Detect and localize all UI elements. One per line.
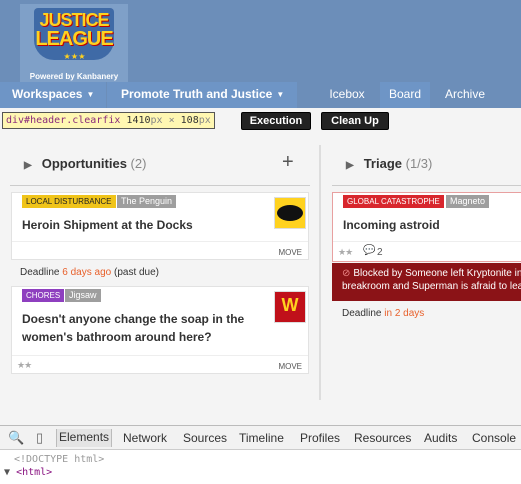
card-deadline: Deadline 6 days ago (past due) <box>20 267 159 278</box>
logo-stars: ★ ★ ★ <box>63 52 86 61</box>
html-tag-text: <html> <box>16 467 53 478</box>
owner-tag: The Penguin <box>117 195 177 208</box>
powered-by-text: Powered by Kanbanery <box>29 72 119 81</box>
element-inspector-tooltip: div#header.clearfix 1410px × 108px <box>2 112 215 129</box>
tab-network[interactable]: Network <box>123 431 167 445</box>
search-icon[interactable]: 🔍 <box>8 430 24 446</box>
column-header-opportunities[interactable]: ▶ Opportunities (2) <box>24 152 146 176</box>
blocked-text-line: breakroom and Superman is afraid to lea <box>342 281 521 292</box>
workspaces-label: Workspaces <box>12 87 83 101</box>
column-divider-line <box>10 185 310 186</box>
mobile-device-icon[interactable]: ▯ <box>36 430 43 446</box>
logo-text-line2: LEAGUE <box>35 28 113 50</box>
execution-button[interactable]: Execution <box>241 112 311 130</box>
owner-tag: Jigsaw <box>65 289 101 302</box>
tab-sources[interactable]: Sources <box>183 431 227 445</box>
card-title: Incoming astroid <box>343 218 440 232</box>
expand-triangle-icon[interactable]: ▶ <box>24 160 32 171</box>
deadline-value: 6 days ago <box>62 267 112 278</box>
devtools-tabbar: 🔍 ▯ Elements Network Sources Timeline Pr… <box>0 426 521 450</box>
priority-stars[interactable]: ★★ <box>17 360 32 371</box>
category-tag: LOCAL DISTURBANCE <box>22 195 116 208</box>
card-title: Doesn't anyone change the soap in the wo… <box>22 310 244 346</box>
blocked-icon: ⊘ <box>342 268 351 279</box>
justice-league-logo[interactable]: JUSTICE LEAGUE ★ ★ ★ Powered by Kanbaner… <box>20 4 128 82</box>
nav-archive[interactable]: Archive <box>438 82 492 108</box>
task-card[interactable]: GLOBAL CATASTROPHE Magneto Incoming astr… <box>332 192 521 262</box>
inspector-width: 1410 <box>126 115 151 126</box>
inspector-height: 108 <box>180 115 199 126</box>
nav-icebox[interactable]: Icebox <box>322 82 372 108</box>
inspector-selector: div#header.clearfix <box>6 115 121 126</box>
card-title-line: women's bathroom around here? <box>22 330 212 344</box>
column-count: (1/3) <box>405 156 433 171</box>
card-footer-line <box>12 355 308 356</box>
tab-elements[interactable]: Elements <box>56 429 113 447</box>
tab-profiles[interactable]: Profiles <box>300 431 340 445</box>
blocked-banner: ⊘ Blocked by Someone left Kryptonite in b… <box>332 263 521 301</box>
project-label: Promote Truth and Justice <box>121 87 273 101</box>
inspector-unit: px <box>150 115 163 126</box>
doctype-text: <!DOCTYPE html> <box>14 454 105 465</box>
devtools-panel: 🔍 ▯ Elements Network Sources Timeline Pr… <box>0 425 521 484</box>
card-footer-line <box>333 241 521 242</box>
dom-html-line[interactable]: ▼ <html> <box>4 467 52 478</box>
comment-icon: 💬 <box>363 245 376 256</box>
category-tag: GLOBAL CATASTROPHE <box>343 195 444 208</box>
tab-audits[interactable]: Audits <box>424 431 457 445</box>
card-title-line: Doesn't anyone change the soap in the <box>22 312 245 326</box>
card-footer-line <box>12 241 308 242</box>
batman-icon <box>274 197 306 229</box>
task-card[interactable]: CHORES Jigsaw Doesn't anyone change the … <box>11 286 309 374</box>
column-header-triage[interactable]: ▶ Triage (1/3) <box>346 152 432 176</box>
move-button[interactable]: MOVE <box>278 362 302 371</box>
tab-resources[interactable]: Resources <box>354 431 411 445</box>
chevron-down-icon: ▼ <box>276 90 285 99</box>
deadline-label: Deadline <box>342 308 382 319</box>
expand-triangle-icon[interactable]: ▶ <box>346 160 354 171</box>
deadline-note: (past due) <box>113 267 160 278</box>
tab-timeline[interactable]: Timeline <box>239 431 284 445</box>
owner-tag: Magneto <box>446 195 490 208</box>
task-card[interactable]: LOCAL DISTURBANCE The Penguin Heroin Shi… <box>11 192 309 260</box>
app-header: JUSTICE LEAGUE ★ ★ ★ Powered by Kanbaner… <box>0 0 521 108</box>
deadline-value: in 2 days <box>384 308 425 319</box>
deadline-label: Deadline <box>20 267 60 278</box>
tab-console[interactable]: Console <box>472 431 516 445</box>
project-menu[interactable]: Promote Truth and Justice ▼ <box>107 82 297 108</box>
inspector-unit: px <box>198 115 211 126</box>
inspector-times: × <box>168 115 175 126</box>
column-title: Triage <box>363 156 402 171</box>
dom-doctype-line[interactable]: <!DOCTYPE html> <box>14 454 104 465</box>
column-count: (2) <box>130 156 147 171</box>
clean-up-button[interactable]: Clean Up <box>321 112 389 130</box>
blocked-text: Blocked by Someone left Kryptonite in <box>353 268 521 279</box>
nav-board[interactable]: Board <box>380 82 430 108</box>
add-card-icon[interactable]: + <box>282 152 294 172</box>
blocked-text-line: ⊘ Blocked by Someone left Kryptonite in <box>342 267 521 280</box>
card-title: Heroin Shipment at the Docks <box>22 218 193 232</box>
workspaces-menu[interactable]: Workspaces ▼ <box>0 82 106 108</box>
column-separator <box>319 145 321 400</box>
column-divider-line <box>332 185 521 186</box>
category-tag: CHORES <box>22 289 65 302</box>
chevron-down-icon: ▼ <box>86 90 95 99</box>
wonder-woman-icon: W <box>274 291 306 323</box>
expand-triangle-icon[interactable]: ▼ <box>4 467 10 478</box>
column-title: Opportunities <box>41 156 127 171</box>
comment-count: 2 <box>377 247 383 258</box>
move-button[interactable]: MOVE <box>278 248 302 257</box>
priority-stars[interactable]: ★★ <box>338 247 353 258</box>
card-deadline: Deadline in 2 days <box>342 308 424 319</box>
